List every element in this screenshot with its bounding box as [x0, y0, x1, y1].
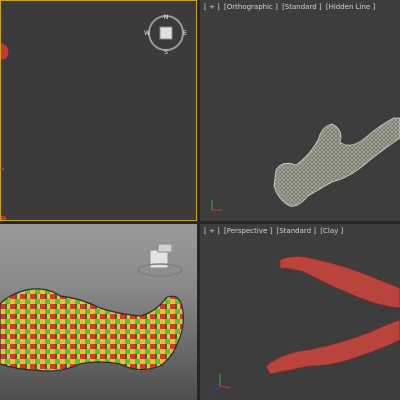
clay-model-lower[interactable] — [265, 319, 400, 375]
axis-tripod — [213, 374, 231, 393]
viewcube-face[interactable] — [159, 26, 173, 40]
clay-model-upper[interactable] — [279, 256, 400, 309]
viewcube-top-face[interactable] — [157, 243, 173, 253]
viewcube-south-label[interactable]: S — [164, 49, 168, 56]
viewport-divider-vertical[interactable] — [197, 0, 200, 400]
viewport-bottom-left-canvas — [0, 243, 184, 372]
textured-model[interactable] — [0, 288, 184, 372]
wireframe-model[interactable] — [273, 117, 400, 207]
viewport-top-right[interactable]: [ + ] [Orthographic ] [Standard ] [Hidde… — [200, 0, 400, 222]
viewcube-north-label[interactable]: N — [164, 14, 169, 21]
viewcube-east-label[interactable]: E — [183, 30, 187, 37]
axis-tripod — [211, 200, 222, 211]
viewport-bottom-left[interactable] — [0, 224, 197, 400]
viewport-top-left[interactable]: N S E W — [0, 0, 197, 221]
viewcube-face[interactable] — [149, 249, 169, 269]
viewport-top-right-canvas — [211, 117, 400, 211]
viewport-top-left-canvas: N S E W — [1, 14, 187, 220]
viewport-divider-horizontal[interactable] — [0, 221, 400, 224]
viewport-bottom-right-canvas — [213, 256, 400, 393]
viewcube-bottom-left[interactable] — [137, 243, 183, 277]
model-fragment — [1, 43, 9, 60]
viewcube[interactable]: N S E W — [144, 14, 187, 56]
viewport-bottom-right[interactable]: [ + ] [Perspective ] [Standard ] [Clay ] — [200, 224, 400, 400]
model-point — [2, 168, 4, 170]
viewcube-west-label[interactable]: W — [144, 30, 150, 37]
viewport-layout: N S E W [ + ] [Orthographic ] [Standard … — [0, 0, 400, 400]
